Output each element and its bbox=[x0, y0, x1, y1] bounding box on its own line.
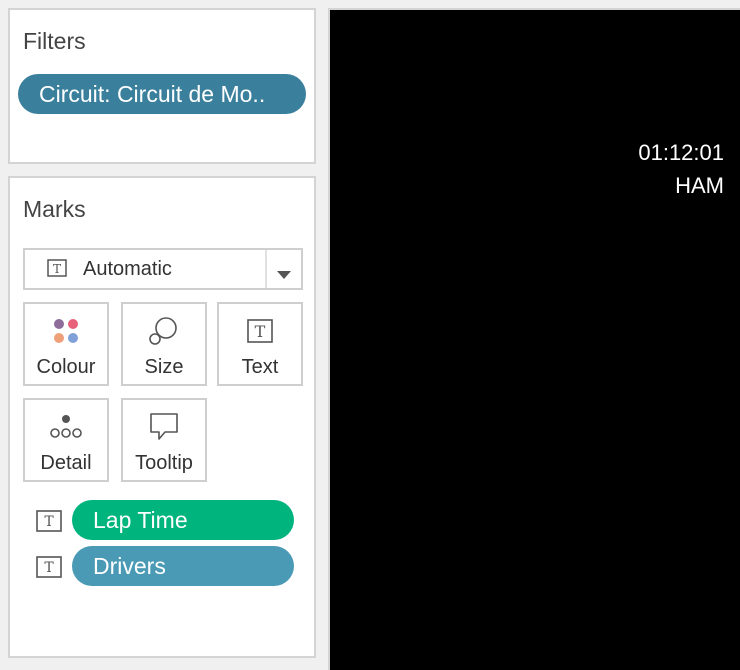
colour-label: Colour bbox=[36, 356, 96, 378]
chevron-down-icon[interactable] bbox=[277, 266, 291, 284]
lap-time-pill[interactable]: Lap Time bbox=[72, 500, 294, 540]
detail-label: Detail bbox=[40, 452, 92, 474]
mark-type-dropdown[interactable]: T Automatic bbox=[23, 248, 303, 290]
dropdown-divider bbox=[265, 250, 267, 288]
size-button[interactable]: Size bbox=[121, 302, 207, 386]
tooltip-button[interactable]: Tooltip bbox=[121, 398, 207, 482]
text-button[interactable]: T Text bbox=[217, 302, 303, 386]
marks-title: Marks bbox=[23, 196, 86, 222]
text-icon: T bbox=[219, 314, 301, 348]
tooltip-label: Tooltip bbox=[135, 452, 193, 474]
svg-text:T: T bbox=[255, 322, 266, 341]
colour-button[interactable]: Colour bbox=[23, 302, 109, 386]
viz-canvas[interactable]: 01:12:01 HAM bbox=[328, 8, 740, 670]
svg-text:T: T bbox=[44, 514, 54, 530]
marks-panel: Marks T Automatic Colour Size T Text Det… bbox=[8, 176, 316, 658]
text-icon: T bbox=[47, 259, 67, 282]
viz-driver-text: HAM bbox=[675, 173, 724, 198]
size-icon bbox=[123, 314, 205, 348]
size-label: Size bbox=[144, 356, 184, 378]
colour-icon bbox=[25, 314, 107, 348]
drivers-pill[interactable]: Drivers bbox=[72, 546, 294, 586]
tooltip-icon bbox=[123, 410, 205, 444]
filters-panel: Filters Circuit: Circuit de Mo.. bbox=[8, 8, 316, 164]
svg-text:T: T bbox=[53, 262, 61, 276]
detail-icon bbox=[25, 410, 107, 444]
svg-text:T: T bbox=[44, 560, 54, 576]
mark-type-label: Automatic bbox=[83, 258, 172, 280]
filter-pill-circuit[interactable]: Circuit: Circuit de Mo.. bbox=[18, 74, 306, 114]
filters-title: Filters bbox=[23, 28, 86, 54]
text-icon[interactable]: T bbox=[36, 556, 62, 583]
text-label: Text bbox=[241, 356, 279, 378]
detail-button[interactable]: Detail bbox=[23, 398, 109, 482]
viz-lap-time-text: 01:12:01 bbox=[638, 140, 724, 165]
text-icon[interactable]: T bbox=[36, 510, 62, 537]
